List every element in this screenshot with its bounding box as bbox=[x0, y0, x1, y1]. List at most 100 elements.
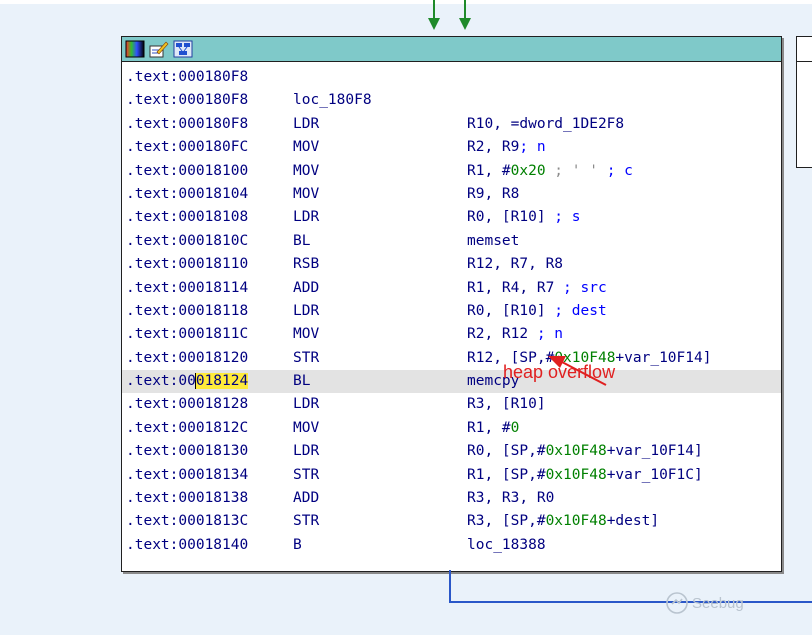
instruction-address[interactable]: .text:00018128 bbox=[126, 393, 248, 416]
instruction-address[interactable]: .text:00018130 bbox=[126, 440, 248, 463]
operand-number: 0x20 bbox=[510, 162, 546, 179]
instruction-address[interactable]: .text:0001813C bbox=[126, 510, 248, 533]
operand-comment: ; ' ' bbox=[545, 162, 598, 179]
instruction-address[interactable]: .text:00018118 bbox=[126, 300, 248, 323]
operand-text: +dest] bbox=[606, 513, 660, 530]
operand-text: loc_18388 bbox=[467, 536, 546, 553]
instruction-mnemonic[interactable]: MOV bbox=[293, 323, 319, 346]
instruction-mnemonic[interactable]: STR bbox=[293, 347, 319, 370]
instruction-mnemonic[interactable]: LDR bbox=[293, 300, 319, 323]
adjacent-graph-node[interactable] bbox=[796, 36, 812, 168]
operand-text: R0, [R10] bbox=[467, 302, 546, 319]
instruction-mnemonic[interactable]: LDR bbox=[293, 440, 319, 463]
instruction-address[interactable]: .text:000180FC bbox=[126, 136, 248, 159]
instruction-row[interactable]: .text:000180F8 LDR R10, =dword_1DE2F8 bbox=[122, 113, 781, 136]
instruction-operands[interactable]: R1, #0x20 ; ' ' ; c bbox=[467, 160, 633, 183]
operand-text: R1, # bbox=[467, 162, 511, 179]
instruction-mnemonic[interactable]: LDR bbox=[293, 113, 319, 136]
instruction-address[interactable]: .text:000180F8 bbox=[126, 113, 248, 136]
operand-text: R10, =dword_1DE2F8 bbox=[467, 115, 625, 132]
instruction-address[interactable]: .text:000180F8 bbox=[126, 89, 248, 112]
instruction-mnemonic[interactable]: MOV bbox=[293, 183, 319, 206]
instruction-operands[interactable]: R0, [SP,#0x10F48+var_10F14] bbox=[467, 440, 703, 463]
instruction-operands[interactable]: memset bbox=[467, 230, 519, 253]
instruction-address[interactable]: .text:00018104 bbox=[126, 183, 248, 206]
instruction-mnemonic[interactable]: LDR bbox=[293, 206, 319, 229]
instruction-address[interactable]: .text:00018138 bbox=[126, 487, 248, 510]
instruction-mnemonic[interactable]: ADD bbox=[293, 487, 319, 510]
node-color-icon[interactable] bbox=[125, 40, 145, 58]
instruction-operands[interactable]: R2, R9; n bbox=[467, 136, 546, 159]
instruction-row[interactable]: .text:00018138 ADD R3, R3, R0 bbox=[122, 487, 781, 510]
operand-comment: ; n bbox=[519, 139, 546, 156]
instruction-address[interactable]: .text:00018100 bbox=[126, 160, 248, 183]
operand-text: R1, # bbox=[467, 419, 511, 436]
instruction-row[interactable]: .text:00018110 RSB R12, R7, R8 bbox=[122, 253, 781, 276]
disassembly-listing[interactable]: .text:000180F8 .text:000180F8 loc_180F8 .te… bbox=[122, 62, 781, 557]
instruction-operands[interactable]: R3, [SP,#0x10F48+dest] bbox=[467, 510, 659, 533]
code-label[interactable]: loc_180F8 bbox=[293, 89, 372, 112]
instruction-operands[interactable]: R10, =dword_1DE2F8 bbox=[467, 113, 624, 136]
operand-text: R9, R8 bbox=[467, 185, 520, 202]
operand-text: R1, [SP,# bbox=[467, 466, 546, 483]
instruction-operands[interactable]: loc_18388 bbox=[467, 534, 546, 557]
instruction-row[interactable]: .text:00018118 LDR R0, [R10] ; dest bbox=[122, 300, 781, 323]
instruction-row[interactable]: .text:00018100 MOV R1, #0x20 ; ' ' ; c bbox=[122, 160, 781, 183]
instruction-address[interactable]: .text:00018140 bbox=[126, 534, 248, 557]
instruction-operands[interactable]: R1, R4, R7 ; src bbox=[467, 277, 607, 300]
operand-number: 0x10F48 bbox=[545, 443, 607, 460]
instruction-mnemonic[interactable]: LDR bbox=[293, 393, 319, 416]
instruction-mnemonic[interactable]: STR bbox=[293, 464, 319, 487]
instruction-mnemonic[interactable]: B bbox=[293, 534, 302, 557]
instruction-row[interactable]: .text:00018108 LDR R0, [R10] ; s bbox=[122, 206, 781, 229]
instruction-address[interactable]: .text:00018108 bbox=[126, 206, 248, 229]
instruction-address[interactable]: .text:000180F8 bbox=[126, 66, 248, 89]
instruction-row[interactable]: .text:00018140 Bloc_18388 bbox=[122, 534, 781, 557]
instruction-row[interactable]: .text:000180FC MOV R2, R9; n bbox=[122, 136, 781, 159]
node-graph-icon[interactable] bbox=[173, 40, 193, 58]
instruction-address[interactable]: .text:0001811C bbox=[126, 323, 248, 346]
instruction-row[interactable]: .text:00018134 STR R1, [SP,#0x10F48+var_10… bbox=[122, 464, 781, 487]
graph-node-block[interactable]: .text:000180F8 .text:000180F8 loc_180F8 .te… bbox=[121, 36, 782, 572]
instruction-address[interactable]: .text:00018124 bbox=[126, 370, 249, 393]
instruction-address[interactable]: .text:00018134 bbox=[126, 464, 248, 487]
instruction-address[interactable]: .text:00018110 bbox=[126, 253, 248, 276]
instruction-mnemonic[interactable]: BL bbox=[293, 230, 310, 253]
instruction-address[interactable]: .text:00018114 bbox=[126, 277, 248, 300]
operand-text: R0, [SP,# bbox=[467, 443, 546, 460]
instruction-operands[interactable]: R0, [R10] ; dest bbox=[467, 300, 607, 323]
operand-number: 0 bbox=[510, 419, 520, 436]
instruction-mnemonic[interactable]: ADD bbox=[293, 277, 319, 300]
instruction-address[interactable]: .text:0001810C bbox=[126, 230, 248, 253]
seebug-logo-icon bbox=[666, 592, 688, 614]
instruction-operands[interactable]: R12, R7, R8 bbox=[467, 253, 563, 276]
instruction-row[interactable]: .text:000180F8 loc_180F8 bbox=[122, 89, 781, 112]
instruction-operands[interactable]: R9, R8 bbox=[467, 183, 519, 206]
instruction-operands[interactable]: R1, [SP,#0x10F48+var_10F1C] bbox=[467, 464, 703, 487]
instruction-operands[interactable]: R1, #0 bbox=[467, 417, 519, 440]
instruction-row[interactable]: .text:000180F8 bbox=[122, 66, 781, 89]
outgoing-edge bbox=[449, 570, 812, 603]
instruction-operands[interactable]: R3, R3, R0 bbox=[467, 487, 554, 510]
operand-text: R3, R3, R0 bbox=[467, 490, 555, 507]
instruction-mnemonic[interactable]: MOV bbox=[293, 417, 319, 440]
instruction-row[interactable]: .text:0001812C MOV R1, #0 bbox=[122, 417, 781, 440]
operand-text: +var_10F1C] bbox=[606, 466, 703, 483]
adjacent-node-titlebar bbox=[797, 37, 812, 62]
instruction-mnemonic[interactable]: MOV bbox=[293, 160, 319, 183]
operand-text: +var_10F14] bbox=[606, 443, 703, 460]
instruction-row[interactable]: .text:00018130 LDR R0, [SP,#0x10F48+var_10… bbox=[122, 440, 781, 463]
instruction-mnemonic[interactable]: BL bbox=[293, 370, 310, 393]
instruction-row[interactable]: .text:0001810C BL memset bbox=[122, 230, 781, 253]
address-prefix: .text:00 bbox=[126, 373, 196, 390]
instruction-row[interactable]: .text:00018104 MOV R9, R8 bbox=[122, 183, 781, 206]
instruction-mnemonic[interactable]: MOV bbox=[293, 136, 319, 159]
instruction-address[interactable]: .text:00018120 bbox=[126, 347, 248, 370]
instruction-row[interactable]: .text:00018114 ADD R1, R4, R7 ; src bbox=[122, 277, 781, 300]
instruction-operands[interactable]: R0, [R10] ; s bbox=[467, 206, 581, 229]
instruction-mnemonic[interactable]: STR bbox=[293, 510, 319, 533]
instruction-address[interactable]: .text:0001812C bbox=[126, 417, 248, 440]
instruction-row[interactable]: .text:0001813C STR R3, [SP,#0x10F48+dest] bbox=[122, 510, 781, 533]
instruction-mnemonic[interactable]: RSB bbox=[293, 253, 319, 276]
node-rename-icon[interactable] bbox=[149, 40, 169, 58]
